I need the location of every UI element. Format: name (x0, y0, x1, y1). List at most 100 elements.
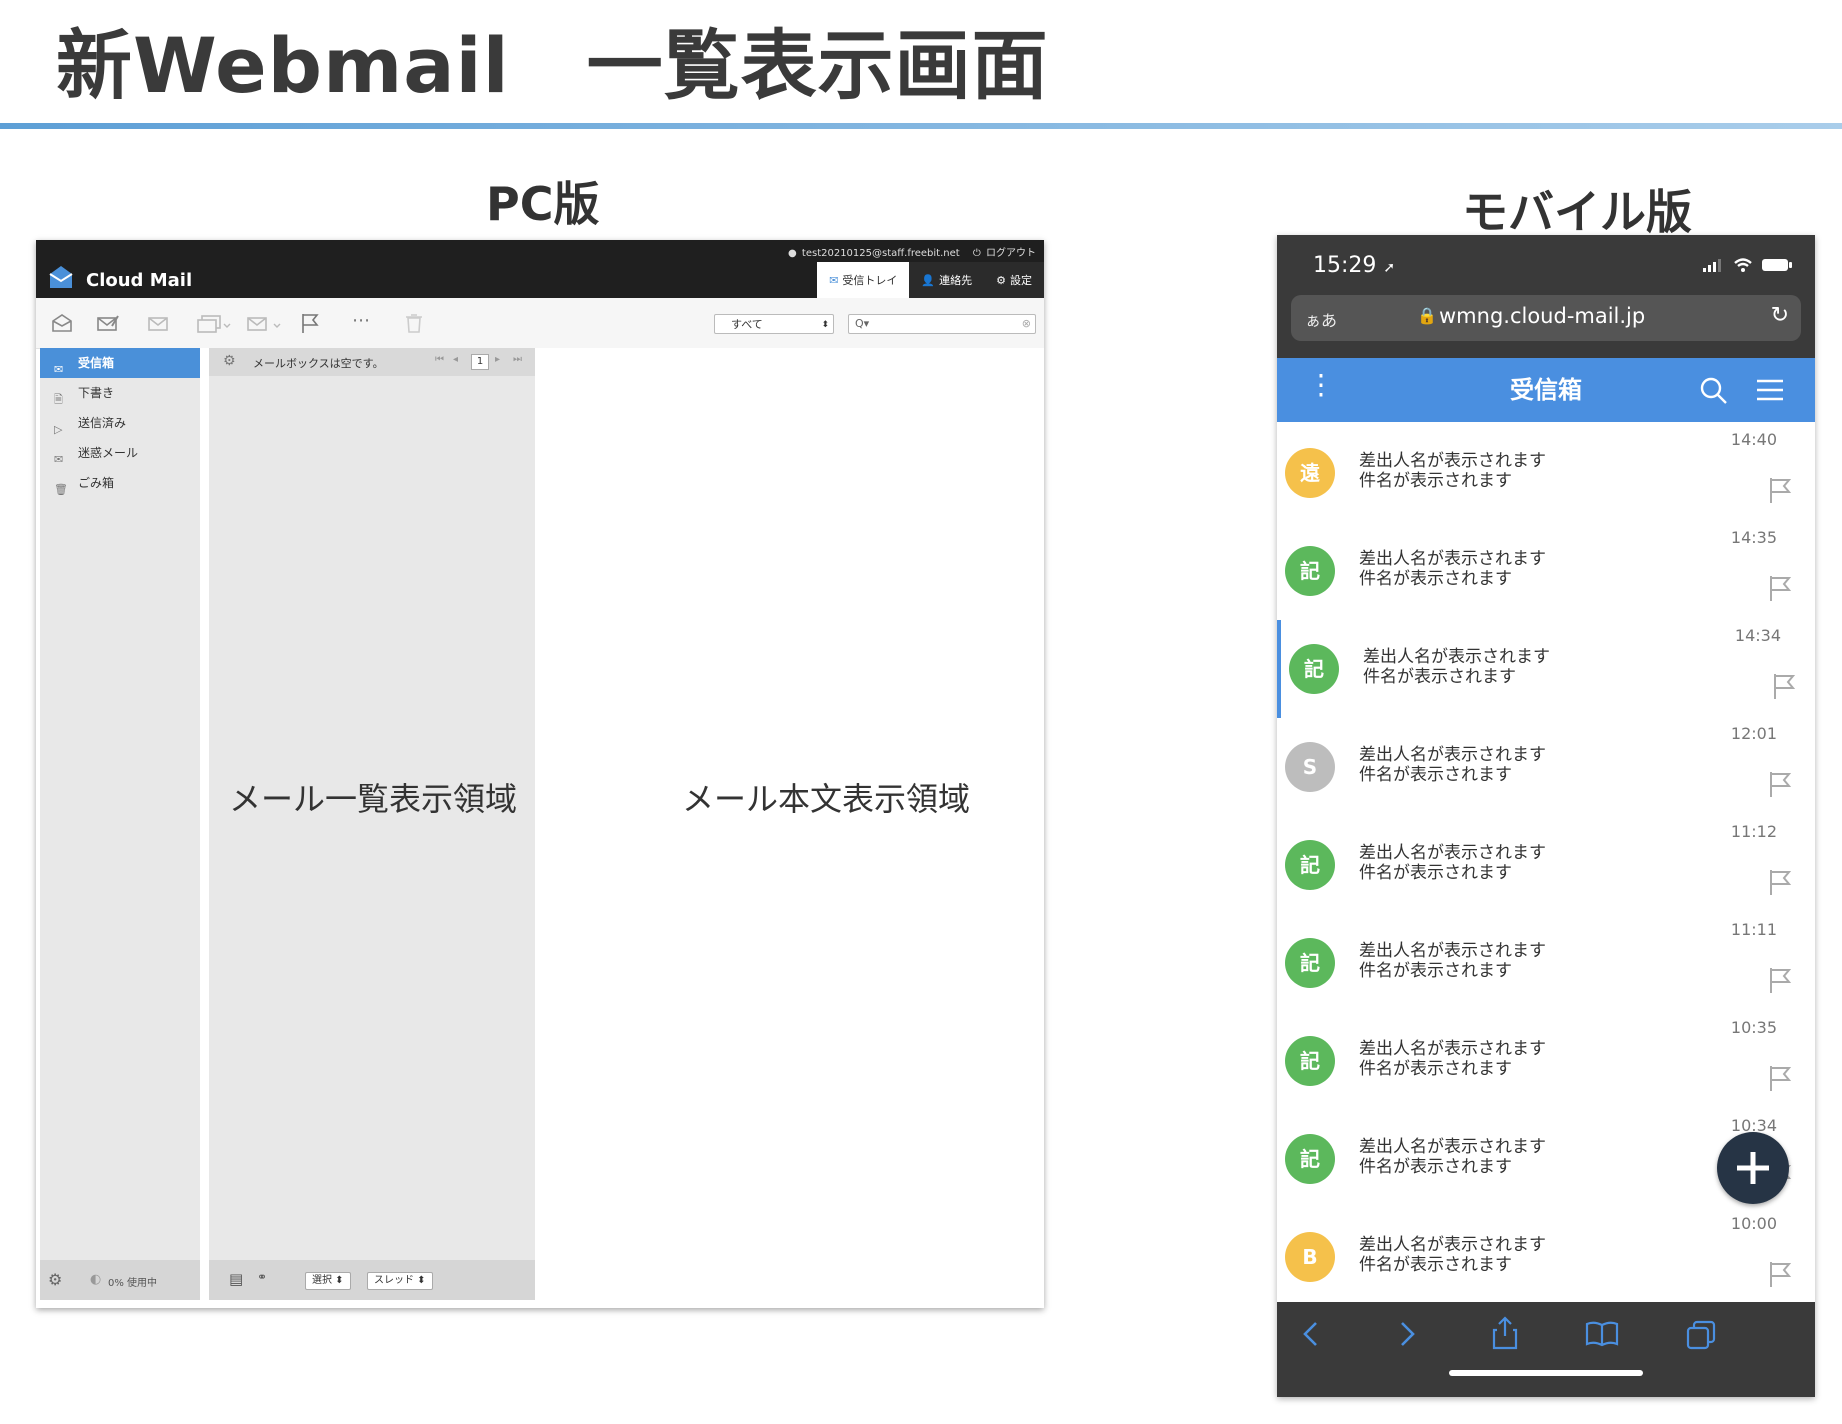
receive-mail-icon[interactable] (50, 312, 74, 334)
folder-spam[interactable]: ✉ 迷惑メール (40, 438, 200, 468)
pane-splitter-2[interactable] (535, 348, 544, 1300)
next-page-icon[interactable]: ▸ (495, 354, 500, 365)
more-icon[interactable]: ⋯ (352, 310, 370, 331)
list-item[interactable]: 記差出人名が表示されます 件名が表示されます 10:35 (1277, 1012, 1815, 1111)
brand-name: Cloud Mail (86, 270, 193, 291)
avatar: 記 (1285, 840, 1335, 890)
list-gear-icon[interactable]: ⚙ (223, 353, 236, 369)
back-icon[interactable] (1301, 1320, 1321, 1348)
prev-page-icon[interactable]: ◂ (453, 354, 458, 365)
flag-icon[interactable] (1767, 1064, 1793, 1092)
list-item[interactable]: 記差出人名が表示されます 件名が表示されます 11:11 (1277, 914, 1815, 1013)
filter-select[interactable]: すべて ⬍ (714, 314, 834, 334)
search-input[interactable]: Q▾ ⊗ (848, 314, 1036, 334)
folder-drafts-label: 下書き (78, 386, 115, 400)
browser-address-bar[interactable]: ぁあ 🔒 wmng.cloud-mail.jp ↻ (1291, 295, 1801, 341)
list-item[interactable]: 記差出人名が表示されます 件名が表示されます 14:35 (1277, 522, 1815, 621)
select-arrows-icon: ⬍ (821, 320, 829, 330)
settings-gear-icon[interactable]: ⚙ (48, 1270, 62, 1289)
thread-dropdown[interactable]: スレッド ⬍ (367, 1272, 433, 1290)
flag-icon[interactable] (1767, 574, 1793, 602)
tab-settings[interactable]: ⚙ 設定 (984, 262, 1044, 298)
mail-body-pane: メール本文表示領域 (544, 348, 1044, 1300)
browser-toolbar (1277, 1302, 1815, 1397)
hamburger-menu-icon[interactable] (1755, 378, 1785, 402)
folder-trash-label: ごみ箱 (78, 476, 115, 490)
url-text[interactable]: wmng.cloud-mail.jp (1439, 304, 1645, 328)
reload-icon[interactable]: ↻ (1771, 303, 1789, 328)
page-number[interactable]: 1 (471, 354, 489, 370)
flag-icon[interactable] (1767, 868, 1793, 896)
list-item[interactable]: B 差出人名が表示されます 件名が表示されます 10:00 (1277, 1208, 1815, 1302)
flag-icon[interactable] (298, 312, 322, 334)
bookmarks-icon[interactable] (1585, 1320, 1619, 1348)
tab-settings-label: 設定 (1010, 274, 1032, 287)
received-time: 14:34 (1734, 626, 1781, 645)
tab-inbox[interactable]: ✉ 受信トレイ (817, 262, 910, 298)
avatar: 記 (1285, 546, 1335, 596)
received-time: 11:11 (1730, 920, 1777, 939)
slide-title: 新Webmail 一覧表示画面 (56, 21, 1049, 110)
received-time: 10:00 (1730, 1214, 1777, 1233)
tabs-icon[interactable] (1685, 1320, 1717, 1350)
folder-sent[interactable]: ▷ 送信済み (40, 408, 200, 438)
pc-webmail-window: ● test20210125@staff.freebit.net ⏻ ログアウト… (36, 240, 1044, 1308)
filter-value: すべて (731, 318, 763, 331)
compose-fab[interactable] (1717, 1132, 1789, 1204)
list-item[interactable]: S 差出人名が表示されます 件名が表示されます 12:01 (1277, 718, 1815, 817)
subject: 件名が表示されます (1359, 863, 1512, 883)
power-icon[interactable]: ⏻ (973, 248, 981, 259)
folder-drafts[interactable]: 🗎 下書き (40, 378, 200, 408)
avatar: 記 (1285, 1134, 1335, 1184)
signal-icon (1703, 259, 1721, 272)
list-item[interactable]: 記差出人名が表示されます 件名が表示されます 11:12 (1277, 816, 1815, 915)
avatar: S (1285, 742, 1335, 792)
list-view-icon[interactable]: ▤ (229, 1270, 243, 1288)
envelope-icon: ✉ (829, 273, 839, 287)
flag-icon[interactable] (1767, 1260, 1793, 1288)
flag-icon[interactable] (1767, 476, 1793, 504)
flag-icon[interactable] (1767, 770, 1793, 798)
list-item[interactable]: 遠差出人名が表示されます 件名が表示されます 14:40 (1277, 424, 1815, 523)
list-item[interactable]: 記差出人名が表示されます 件名が表示されます 14:34 (1277, 620, 1815, 719)
forward-icon[interactable] (1397, 1320, 1417, 1348)
text-size-button[interactable]: ぁあ (1305, 307, 1337, 331)
mobile-webmail-screen: 15:29 ➚ ぁあ 🔒 wmng.cloud-mail.jp ↻ 受信箱 ⋮ … (1277, 235, 1815, 1397)
kebab-menu-icon[interactable]: ⋮ (1307, 370, 1335, 400)
clear-search-icon[interactable]: ⊗ (1022, 315, 1031, 333)
tab-contacts[interactable]: 👤 連絡先 (909, 262, 985, 298)
logout-link[interactable]: ログアウト (986, 248, 1036, 259)
status-time: 15:29 ➚ (1313, 253, 1395, 278)
flag-icon[interactable] (1771, 672, 1797, 700)
tab-inbox-label: 受信トレイ (842, 274, 898, 287)
delete-icon[interactable] (402, 312, 426, 334)
user-email: test20210125@staff.freebit.net (801, 248, 960, 259)
status-time-text: 15:29 (1313, 253, 1377, 278)
search-icon: Q▾ (855, 317, 870, 330)
search-icon[interactable] (1699, 376, 1729, 406)
pc-main-tabs: ✉ 受信トレイ 👤 連絡先 ⚙ 設定 (817, 262, 1044, 298)
subject: 件名が表示されます (1363, 667, 1516, 687)
select-dropdown[interactable]: 選択 ⬍ (305, 1272, 351, 1290)
compose-icon[interactable] (96, 312, 120, 334)
reply-all-icon[interactable] (196, 312, 232, 334)
subject: 件名が表示されます (1359, 471, 1512, 491)
flag-icon[interactable] (1767, 966, 1793, 994)
first-page-icon[interactable]: ⏮ (435, 354, 444, 365)
reply-icon[interactable] (146, 312, 170, 334)
forward-icon[interactable] (246, 312, 282, 334)
folder-trash[interactable]: 🗑 ごみ箱 (40, 468, 200, 498)
subject: 件名が表示されます (1359, 765, 1512, 785)
pane-splitter[interactable] (200, 348, 209, 1300)
subject: 件名が表示されます (1359, 1059, 1512, 1079)
folder-inbox[interactable]: ✉ 受信箱 (40, 348, 200, 378)
lock-icon: 🔒 (1417, 306, 1437, 325)
received-time: 10:35 (1730, 1018, 1777, 1037)
received-time: 14:35 (1730, 528, 1777, 547)
received-time: 14:40 (1730, 430, 1777, 449)
plus-icon (1737, 1152, 1769, 1184)
share-icon[interactable] (1491, 1316, 1519, 1350)
last-page-icon[interactable]: ⏭ (513, 354, 522, 365)
thread-link-icon[interactable]: ⚭ (257, 1270, 267, 1284)
avatar: 記 (1285, 1036, 1335, 1086)
